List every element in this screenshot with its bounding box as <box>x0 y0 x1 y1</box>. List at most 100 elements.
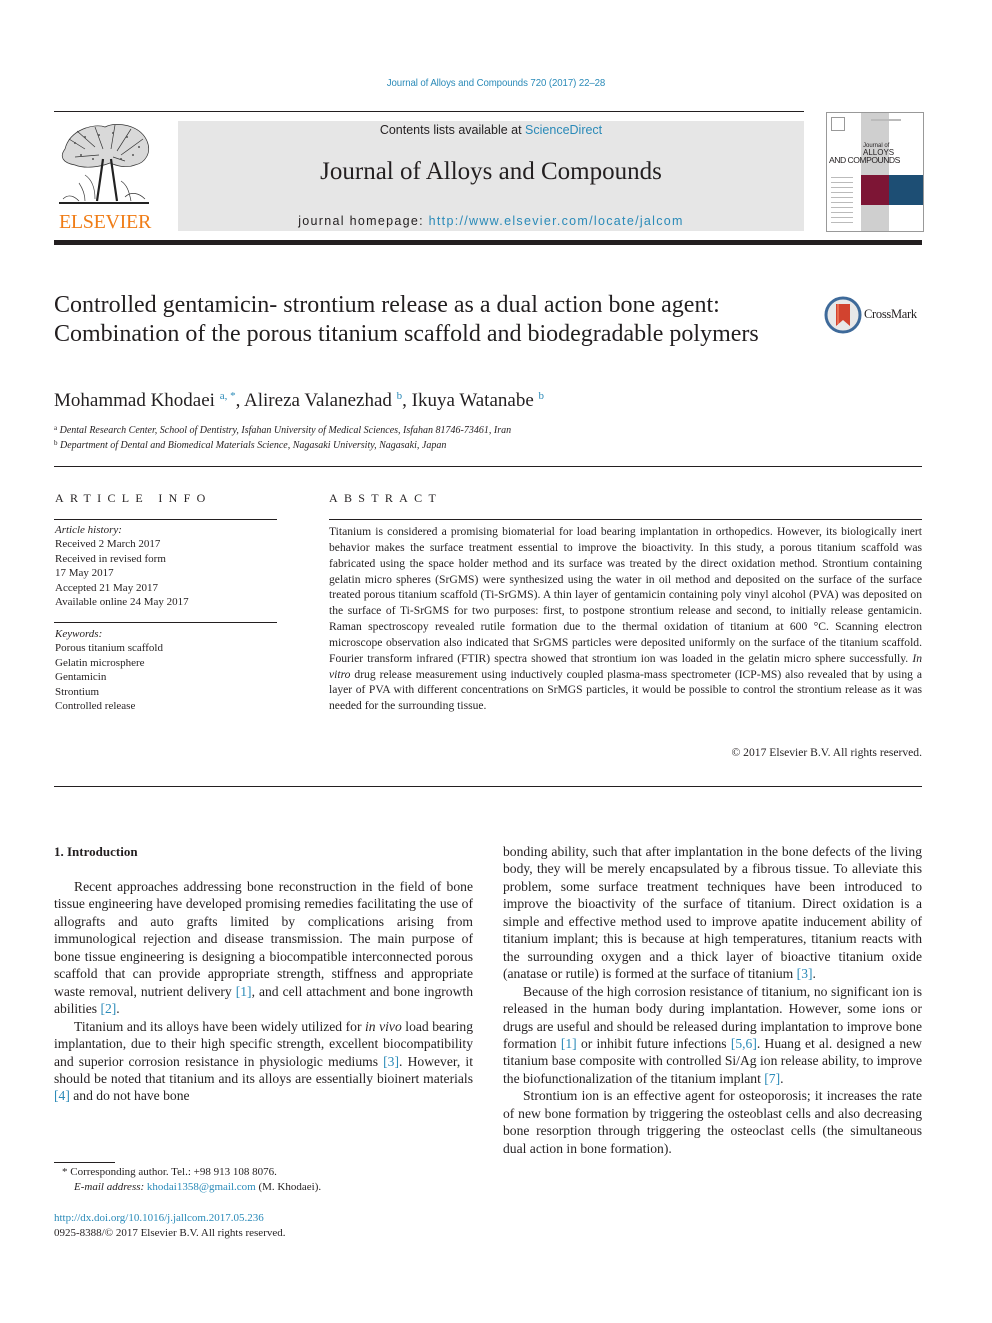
elsevier-tree-icon <box>59 124 149 204</box>
sciencedirect-link[interactable]: ScienceDirect <box>525 123 602 137</box>
keyword-item: Controlled release <box>55 700 136 713</box>
article-title: Controlled gentamicin- strontium release… <box>54 292 759 347</box>
footnote-rule <box>54 1162 115 1163</box>
doi-block: http://dx.doi.org/10.1016/j.jallcom.2017… <box>54 1211 286 1241</box>
body-column-right: bonding ability, such that after implant… <box>503 843 922 1157</box>
affiliation-b: b Department of Dental and Biomedical Ma… <box>54 439 446 451</box>
crossmark-label: CrossMark <box>864 307 917 321</box>
author-separator: , <box>235 390 245 411</box>
journal-cover-thumbnail[interactable]: Journal of ALLOYS AND COMPOUNDS <box>826 112 924 232</box>
text-run: or inhibit future infections <box>576 1035 731 1051</box>
article-info-rule <box>54 519 277 520</box>
cover-gray-band <box>861 113 889 231</box>
cover-red-block <box>861 175 889 205</box>
contents-line: Contents lists available at ScienceDirec… <box>178 123 804 137</box>
paragraph: bonding ability, such that after implant… <box>503 843 922 983</box>
keyword-item: Gentamicin <box>55 671 107 684</box>
keyword-item: Strontium <box>55 685 100 698</box>
masthead-bottom-rule <box>54 240 922 245</box>
cover-blue-block <box>889 175 923 205</box>
keyword-item: Porous titanium scaffold <box>55 642 163 655</box>
author-separator: , <box>402 390 412 411</box>
affiliation-mark: a <box>54 424 58 432</box>
section-heading-introduction: 1. Introduction <box>54 844 138 859</box>
text-run: Strontium ion is an effective agent for … <box>503 1088 922 1156</box>
keywords-label: Keywords: <box>55 628 103 640</box>
running-head-citation[interactable]: Journal of Alloys and Compounds 720 (201… <box>40 77 953 89</box>
text-run: . <box>780 1070 784 1086</box>
abstract-text-part: drug release measurement using inductive… <box>329 667 922 713</box>
issn-copyright: 0925-8388/© 2017 Elsevier B.V. All right… <box>54 1227 286 1239</box>
keywords: Keywords: Porous titanium scaffold Gelat… <box>55 627 163 713</box>
affiliation-text: Department of Dental and Biomedical Mate… <box>60 440 447 451</box>
citation-link[interactable]: [1] <box>236 984 252 999</box>
body-column-left: Recent approaches addressing bone recons… <box>54 878 473 1105</box>
keyword-item: Gelatin microsphere <box>55 656 145 669</box>
masthead-banner: Contents lists available at ScienceDirec… <box>178 121 804 231</box>
abstract-heading: ABSTRACT <box>329 491 443 505</box>
email-link[interactable]: khodai1358@gmail.com <box>147 1181 256 1193</box>
author-affiliation-mark[interactable]: a, * <box>220 390 236 402</box>
email-suffix: (M. Khodaei). <box>255 1181 322 1193</box>
abstract-rule <box>329 519 922 520</box>
cover-contents-list <box>831 177 853 225</box>
elsevier-wordmark: ELSEVIER <box>58 211 152 233</box>
author-affiliation-mark[interactable]: b <box>539 390 545 402</box>
title-divider <box>54 466 922 467</box>
affiliation-a: a Dental Research Center, School of Dent… <box>54 424 511 436</box>
cover-title-line3: AND COMPOUNDS <box>829 155 900 165</box>
masthead-top-rule <box>54 111 804 112</box>
citation-link[interactable]: [3] <box>797 966 813 981</box>
text-run: bonding ability, such that after implant… <box>503 844 922 982</box>
paragraph: Recent approaches addressing bone recons… <box>54 878 473 1018</box>
affiliation-text: Dental Research Center, School of Dentis… <box>59 425 512 436</box>
history-item: Accepted 21 May 2017 <box>55 581 158 594</box>
author-list: Mohammad Khodaei a, *, Alireza Valanezha… <box>54 390 544 412</box>
article-history-label: Article history: <box>55 524 122 536</box>
paragraph: Titanium and its alloys have been widely… <box>54 1018 473 1105</box>
citation-link[interactable]: [2] <box>100 1001 116 1016</box>
doi-link[interactable]: http://dx.doi.org/10.1016/j.jallcom.2017… <box>54 1211 286 1226</box>
elsevier-logo[interactable]: ELSEVIER <box>54 117 156 234</box>
author-name[interactable]: Mohammad Khodaei <box>54 390 220 411</box>
abstract-copyright: © 2017 Elsevier B.V. All rights reserved… <box>731 746 922 759</box>
citation-link[interactable]: [1] <box>561 1036 577 1051</box>
homepage-label: journal homepage: <box>298 214 429 228</box>
contents-prefix: Contents lists available at <box>379 123 526 137</box>
citation-link[interactable]: [5,6] <box>731 1036 757 1051</box>
abstract-end-rule <box>54 786 922 787</box>
citation-link[interactable]: [4] <box>54 1088 70 1103</box>
paragraph: Because of the high corrosion resistance… <box>503 983 922 1088</box>
text-run: . <box>812 966 816 982</box>
crossmark-icon <box>824 296 862 334</box>
text-run: and do not have bone <box>69 1088 190 1104</box>
abstract-text-part: Titanium is considered a promising bioma… <box>329 525 922 665</box>
email-label: E-mail address: <box>74 1181 145 1193</box>
footnote-star: * <box>62 1166 68 1178</box>
author-name[interactable]: Ikuya Watanabe <box>412 390 539 411</box>
abstract-text: Titanium is considered a promising bioma… <box>329 524 922 714</box>
corresponding-author-footnote: * Corresponding author. Tel.: +98 913 10… <box>54 1165 473 1195</box>
cover-issue-text <box>871 119 901 121</box>
crossmark-badge[interactable]: CrossMark <box>824 296 924 336</box>
author-name[interactable]: Alireza Valanezhad <box>244 390 397 411</box>
text-run: Recent approaches addressing bone recons… <box>54 879 473 999</box>
history-item: Received in revised form <box>55 552 166 565</box>
history-item: Received 2 March 2017 <box>55 538 161 551</box>
article-info-heading: ARTICLE INFO <box>55 491 212 505</box>
history-item: 17 May 2017 <box>55 567 114 580</box>
keywords-rule <box>54 622 277 623</box>
italic-term: in vivo <box>365 1018 402 1034</box>
corresponding-author-text: Corresponding author. Tel.: +98 913 108 … <box>70 1166 277 1178</box>
cover-elsevier-mark <box>831 117 845 131</box>
article-history: Article history: Received 2 March 2017 R… <box>55 523 189 609</box>
text-run: . <box>116 1001 120 1017</box>
journal-name: Journal of Alloys and Compounds <box>320 158 662 185</box>
paragraph: Strontium ion is an effective agent for … <box>503 1087 922 1157</box>
homepage-link[interactable]: http://www.elsevier.com/locate/jalcom <box>429 214 684 228</box>
affiliation-mark: b <box>54 439 58 447</box>
homepage-line: journal homepage: http://www.elsevier.co… <box>178 214 804 228</box>
citation-link[interactable]: [7] <box>764 1071 780 1086</box>
citation-link[interactable]: [3] <box>383 1054 399 1069</box>
text-run: Titanium and its alloys have been widely… <box>74 1018 366 1034</box>
